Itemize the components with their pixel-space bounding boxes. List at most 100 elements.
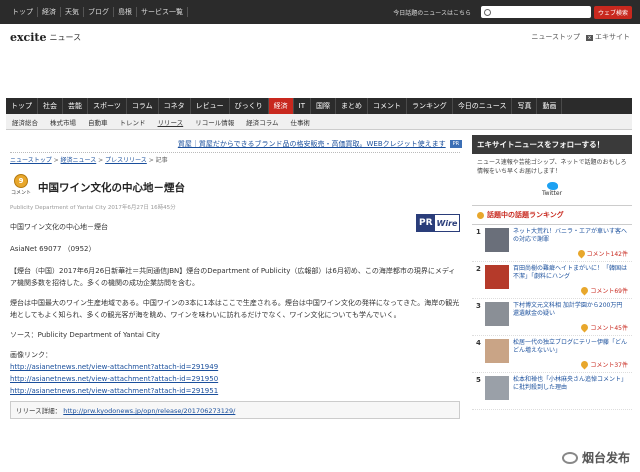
ranking-thumbnail[interactable] xyxy=(485,265,509,289)
ranking-item[interactable]: 3 下村博文元文科相 加計学園から200万円還遺献金の疑い コメント45件 xyxy=(472,299,632,336)
logo-subtitle: ニュース xyxy=(49,32,82,42)
nav-item[interactable]: コネタ xyxy=(159,98,191,114)
ranking-comment-count[interactable]: コメント142件 xyxy=(576,248,628,259)
x-icon: x xyxy=(586,35,593,41)
search-icon xyxy=(483,8,491,16)
article-main: ニューストップ > 経済ニュース > プレスリリース > 記事 9 コメント 中… xyxy=(10,152,460,419)
wechat-icon xyxy=(561,451,578,464)
comment-icon xyxy=(576,248,586,259)
nav-item[interactable]: 社会 xyxy=(38,98,63,114)
ranking-item[interactable]: 2 百田尚樹の難癖ヘイトまがいに！「韓国は不潔」「劇料にハング コメント69件 xyxy=(472,262,632,299)
ranking-title[interactable]: 松居一代の独立ブログにテリー伊藤「どんどん増えないい」 xyxy=(513,339,628,355)
nav-item-economy[interactable]: 経済 xyxy=(268,98,294,114)
subnav-item[interactable]: 株式市場 xyxy=(44,117,82,127)
primary-nav: トップ 社会 芸能 スポーツ コラム コネタ レビュー びっくり 経済 IT 国… xyxy=(6,98,632,114)
nav-item[interactable]: まとめ xyxy=(336,98,369,114)
article-title: 中国ワイン文化の中心地－煙台 xyxy=(38,181,185,194)
excite-site-link[interactable]: x エキサイト xyxy=(586,32,630,42)
subnav-item[interactable]: 仕事術 xyxy=(285,117,317,127)
breadcrumb-current: 記事 xyxy=(155,157,168,164)
comment-icon xyxy=(579,322,590,333)
nav-item[interactable]: レビュー xyxy=(191,98,230,114)
nav-item[interactable]: 今日のニュース xyxy=(453,98,513,114)
today-news-link[interactable]: 今日話題のニュースはこちら xyxy=(393,8,471,17)
release-detail-link[interactable]: http://prw.kyodonews.jp/opn/release/2017… xyxy=(63,407,235,415)
comment-badge[interactable]: 9 コメント xyxy=(10,174,32,200)
nav-item[interactable]: IT xyxy=(294,98,312,114)
image-link[interactable]: http://asianetnews.net/view-attachment?a… xyxy=(10,375,218,383)
top-link-services[interactable]: サービス一覧 xyxy=(137,7,188,17)
nav-item[interactable]: 国際 xyxy=(311,98,337,114)
nav-item[interactable]: 動画 xyxy=(537,98,563,114)
sidebar: エキサイトニュースをフォローする！ ニュース速報や芸能ゴシップ、ネットで話題のお… xyxy=(472,135,632,410)
subnav-item-release[interactable]: リリース xyxy=(152,117,190,127)
subnav-item[interactable]: 経済コラム xyxy=(240,117,284,127)
ranking-title[interactable]: 松本和禅也「小林麻央さん追悼コメント」に批判殺到した理由 xyxy=(513,376,628,392)
image-link[interactable]: http://asianetnews.net/view-attachment?a… xyxy=(10,363,218,371)
image-links-label: 画像リンク： xyxy=(10,351,52,359)
site-header: excite ニュース ニューストップ x エキサイト xyxy=(0,27,640,47)
top-link-region[interactable]: 島根 xyxy=(114,7,137,17)
news-top-link[interactable]: ニューストップ xyxy=(531,32,580,42)
excite-logo[interactable]: excite xyxy=(10,31,47,44)
top-link-economy[interactable]: 経済 xyxy=(38,7,61,17)
ranking-title[interactable]: 百田尚樹の難癖ヘイトまがいに！「韓国は不潔」「劇料にハング xyxy=(513,265,628,281)
ranking-comment-count[interactable]: コメント37件 xyxy=(579,359,628,370)
twitter-button[interactable]: Twitter xyxy=(472,182,632,197)
follow-description: ニュース速報や芸能ゴシップ、ネットで話題のおもしろ情報をいち早くお届けします！ xyxy=(477,159,627,175)
release-detail-box: リリース詳細： http://prw.kyodonews.jp/opn/rele… xyxy=(10,401,460,419)
release-detail-label: リリース詳細： xyxy=(16,407,62,415)
ranking-heading: 話題中の話題ランキング xyxy=(472,205,632,225)
ranking-title[interactable]: ネット大荒れ！バニラ・エアが車いす客への対応で謝罪 xyxy=(513,228,628,244)
nav-item[interactable]: トップ xyxy=(6,98,38,114)
ranking-thumbnail[interactable] xyxy=(485,228,509,252)
article-paragraph: 煙台は中国最大のワイン生産地域である。中国ワインの3本に1本はここで生産される。… xyxy=(10,299,460,319)
wechat-watermark: 烟台发布 xyxy=(561,449,630,466)
ad-link[interactable]: 質屋｜質屋だからできるブランド品の格安販売・高価買取。WEBクレジット使えます xyxy=(178,139,446,149)
breadcrumb-item[interactable]: ニューストップ xyxy=(10,157,52,164)
ranking-item[interactable]: 1 ネット大荒れ！バニラ・エアが車いす客への対応で謝罪 コメント142件 xyxy=(472,225,632,262)
comment-icon xyxy=(579,359,590,370)
web-search-button[interactable]: ウェブ検索 xyxy=(593,5,632,19)
breadcrumb: ニューストップ > 経済ニュース > プレスリリース > 記事 xyxy=(10,152,460,164)
ranking-title[interactable]: 下村博文元文科相 加計学園から200万円還遺献金の疑い xyxy=(513,302,628,318)
subnav-item[interactable]: 経済総合 xyxy=(6,117,44,127)
ranking-thumbnail[interactable] xyxy=(485,339,509,363)
pr-tag: PR xyxy=(449,140,463,148)
ranking-icon xyxy=(477,211,484,219)
comment-medal-icon: 9 xyxy=(14,174,28,188)
breadcrumb-item[interactable]: プレスリリース xyxy=(105,157,147,164)
article-subtitle: 中国ワイン文化の中心地－煙台 xyxy=(10,223,108,231)
nav-item[interactable]: スポーツ xyxy=(88,98,127,114)
release-id: AsiaNet 69077 （0952） xyxy=(10,245,96,253)
article-byline: Publicity Department of Yantai City 2017… xyxy=(10,205,176,211)
subnav-item[interactable]: トレンド xyxy=(114,117,152,127)
nav-item[interactable]: ランキング xyxy=(407,98,453,114)
nav-item[interactable]: びっくり xyxy=(230,98,269,114)
top-link-blog[interactable]: ブログ xyxy=(84,7,114,17)
top-link-weather[interactable]: 天気 xyxy=(61,7,84,17)
nav-item[interactable]: 写真 xyxy=(512,98,538,114)
nav-item[interactable]: 芸能 xyxy=(63,98,88,114)
subnav-item[interactable]: リコール情報 xyxy=(189,117,240,127)
ranking-thumbnail[interactable] xyxy=(485,376,509,400)
article-source: ソース：Publicity Department of Yantai City xyxy=(10,331,160,339)
nav-item[interactable]: コラム xyxy=(127,98,159,114)
ranking-comment-count[interactable]: コメント69件 xyxy=(579,285,628,296)
pr-wire-logo: PR Wire xyxy=(416,214,460,232)
article-paragraph: 【煙台（中国）2017年6月26日新華社＝共同通信JBN】煙台のDepartme… xyxy=(10,267,456,287)
ranking-thumbnail[interactable] xyxy=(485,302,509,326)
top-bar: トップ 経済 天気 ブログ 島根 サービス一覧 今日話題のニュースはこちら ウェ… xyxy=(0,0,640,24)
secondary-nav: 経済総合 株式市場 自動車 トレンド リリース リコール情報 経済コラム 仕事術 xyxy=(6,114,632,130)
breadcrumb-item[interactable]: 経済ニュース xyxy=(61,157,97,164)
top-link-top[interactable]: トップ xyxy=(8,7,38,17)
twitter-bird-icon xyxy=(546,182,558,190)
ranking-item[interactable]: 5 松本和禅也「小林麻央さん追悼コメント」に批判殺到した理由 xyxy=(472,373,632,410)
ranking-comment-count[interactable]: コメント45件 xyxy=(579,322,628,333)
nav-item[interactable]: コメント xyxy=(368,98,408,114)
comment-icon xyxy=(579,285,590,296)
ranking-item[interactable]: 4 松居一代の独立ブログにテリー伊藤「どんどん増えないい」 コメント37件 xyxy=(472,336,632,373)
image-link[interactable]: http://asianetnews.net/view-attachment?a… xyxy=(10,387,218,395)
subnav-item[interactable]: 自動車 xyxy=(82,117,114,127)
search-input[interactable] xyxy=(480,6,591,18)
